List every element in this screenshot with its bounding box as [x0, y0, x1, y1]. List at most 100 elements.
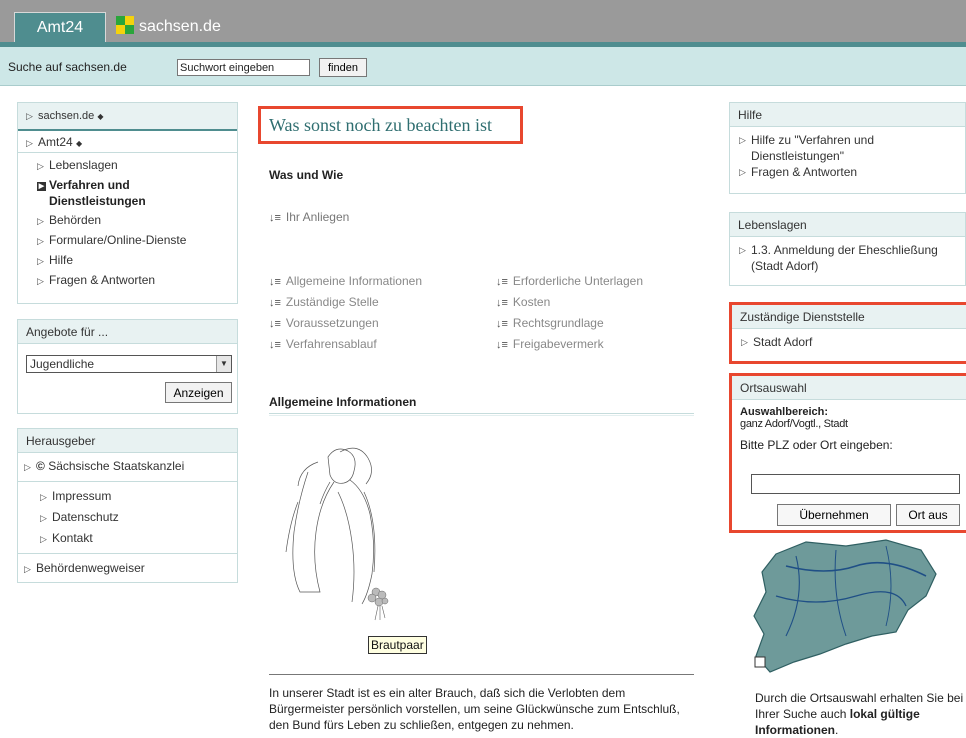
hilfe-verfahren-link[interactable]: ▷ Hilfe zu "Verfahren und Dienstleistunge…: [739, 132, 965, 164]
breadcrumb-label: sachsen.de: [38, 110, 95, 122]
link-verfahrensablauf[interactable]: ↓≡ Verfahrensablauf: [269, 334, 422, 355]
nav-section-label: Amt24: [38, 135, 73, 149]
herausgeber-title: Herausgeber: [18, 429, 237, 453]
link-zustaendige-stelle[interactable]: ↓≡ Zuständige Stelle: [269, 292, 422, 313]
plz-ort-input[interactable]: [751, 474, 960, 494]
arrow-icon: ▷: [739, 245, 746, 255]
search-button[interactable]: finden: [319, 58, 367, 77]
datenschutz-link[interactable]: ▷ Datenschutz: [18, 509, 237, 526]
behoerdenwegweiser-label: Behördenwegweiser: [36, 561, 145, 575]
link-ihr-anliegen[interactable]: ↓≡ Ihr Anliegen: [269, 210, 349, 224]
lebenslage-link[interactable]: ▷ 1.3. Anmeldung der Eheschließung (Stadt…: [739, 242, 965, 274]
impressum-link[interactable]: ▷ Impressum: [18, 488, 237, 505]
jump-down-icon: ↓≡: [496, 297, 508, 309]
arrow-icon: ▷: [40, 513, 47, 523]
jump-down-icon: ↓≡: [496, 276, 508, 288]
link-voraussetzungen[interactable]: ↓≡ Voraussetzungen: [269, 313, 422, 334]
hilfe-fragen-label: Fragen & Antworten: [751, 165, 858, 179]
jump-down-icon: ↓≡: [269, 276, 281, 288]
lebenslagen-title: Lebenslagen: [730, 213, 965, 237]
anchor-link-label: Voraussetzungen: [285, 316, 379, 330]
nav-section-amt24[interactable]: ▷ Amt24 ◆: [18, 131, 237, 153]
anchor-link-label: Verfahrensablauf: [285, 337, 377, 351]
sidebar-item-hilfe[interactable]: ▷ Hilfe: [37, 252, 237, 269]
anzeigen-button[interactable]: Anzeigen: [165, 382, 232, 403]
arrow-icon: ▷: [37, 256, 44, 266]
active-arrow-icon: ▶: [37, 182, 46, 191]
jump-down-icon: ↓≡: [269, 318, 281, 330]
arrow-icon: ▷: [739, 167, 746, 177]
link-rechtsgrundlage[interactable]: ↓≡ Rechtsgrundlage: [496, 313, 643, 334]
dienststelle-box: Zuständige Dienststelle ▷ Stadt Adorf: [729, 302, 966, 364]
arrow-icon: ▷: [37, 161, 44, 171]
sidebar-item-verfahren[interactable]: ▶ Verfahren und Dienstleistungen: [37, 177, 237, 209]
arrow-icon: ▷: [37, 236, 44, 246]
angebote-box: Angebote für ... Jugendliche ▼ Anzeigen: [17, 319, 238, 414]
sachsen-logo-icon: [116, 16, 134, 34]
link-allgemeine-informationen[interactable]: ↓≡ Allgemeine Informationen: [269, 271, 422, 292]
sidebar-item-formulare[interactable]: ▷ Formulare/Online-Dienste: [37, 232, 237, 249]
impressum-label: Impressum: [52, 489, 112, 503]
link-freigabevermerk[interactable]: ↓≡ Freigabevermerk: [496, 334, 643, 355]
arrow-icon: ▷: [40, 534, 47, 544]
divider: [269, 674, 694, 675]
tab-amt24[interactable]: Amt24: [14, 12, 106, 42]
arrow-icon: ▷: [26, 111, 33, 121]
datenschutz-label: Datenschutz: [52, 510, 119, 524]
arrow-icon: ▷: [37, 276, 44, 286]
hilfe-title: Hilfe: [730, 103, 965, 127]
copyright-icon: ©: [36, 459, 45, 473]
uebernehmen-button[interactable]: Übernehmen: [777, 504, 891, 526]
dienststelle-title: Zuständige Dienststelle: [732, 305, 966, 329]
brautpaar-image: [285, 447, 389, 621]
anchor-links-right: ↓≡ Erforderliche Unterlagen ↓≡ Kosten ↓≡ Re…: [496, 271, 643, 355]
behoerdenwegweiser-link[interactable]: ▷ Behördenwegweiser: [18, 560, 237, 577]
tab-sachsen-de[interactable]: sachsen.de: [116, 12, 221, 42]
tab-sachsen-label: sachsen.de: [139, 18, 221, 35]
body-paragraph: In unserer Stadt ist es ein alter Brauch…: [269, 686, 680, 732]
jump-down-icon: ↓≡: [269, 339, 281, 351]
sidebar-item-label: Formulare/Online-Dienste: [49, 233, 187, 247]
arrow-icon: ▷: [26, 138, 33, 148]
left-navigation: ▷ sachsen.de ◆ ▷ Amt24 ◆ ▷ Lebenslagen ▶ Ver…: [17, 102, 238, 304]
auswahlbereich-value: ganz Adorf/Vogtl., Stadt: [740, 418, 848, 430]
anchor-link-label: Erforderliche Unterlagen: [512, 274, 643, 288]
dienststelle-label: Stadt Adorf: [753, 335, 813, 349]
sidebar-item-behoerden[interactable]: ▷ Behörden: [37, 212, 237, 229]
link-erforderliche-unterlagen[interactable]: ↓≡ Erforderliche Unterlagen: [496, 271, 643, 292]
breadcrumb[interactable]: ▷ sachsen.de ◆: [18, 103, 237, 131]
anchor-link-label: Allgemeine Informationen: [285, 274, 422, 288]
sachsen-map[interactable]: [736, 536, 958, 676]
dienststelle-link[interactable]: ▷ Stadt Adorf: [741, 334, 966, 350]
ort-prompt: Bitte PLZ oder Ort eingeben:: [740, 438, 893, 452]
arrow-icon: ▷: [40, 492, 47, 502]
lebenslage-label: 1.3. Anmeldung der Eheschließung (Stadt …: [751, 243, 938, 273]
kontakt-link[interactable]: ▷ Kontakt: [18, 530, 237, 547]
search-input[interactable]: [177, 59, 310, 76]
image-caption: Brautpaar: [368, 636, 427, 654]
sidebar-item-label: Behörden: [49, 213, 102, 227]
herausgeber-box: Herausgeber ▷ © Sächsische Staatskanzlei …: [17, 428, 238, 583]
diamond-icon: ◆: [97, 112, 104, 121]
audience-select[interactable]: Jugendliche ▼: [26, 355, 232, 373]
hilfe-fragen-link[interactable]: ▷ Fragen & Antworten: [739, 164, 965, 180]
auswahlbereich-label: Auswahlbereich:: [740, 406, 829, 418]
ortsauswahl-title: Ortsauswahl: [732, 376, 966, 400]
publisher-link[interactable]: ▷ © Sächsische Staatskanzlei: [18, 458, 237, 475]
search-label: Suche auf sachsen.de: [8, 60, 127, 74]
jump-down-icon: ↓≡: [496, 339, 508, 351]
anchor-link-label: Kosten: [512, 295, 551, 309]
sidebar-item-lebenslagen[interactable]: ▷ Lebenslagen: [37, 157, 237, 174]
link-kosten[interactable]: ↓≡ Kosten: [496, 292, 643, 313]
ort-aus-button[interactable]: Ort aus: [896, 504, 960, 526]
sidebar-item-label: Fragen & Antworten: [49, 273, 156, 287]
link-ihr-anliegen-label: Ihr Anliegen: [285, 210, 350, 224]
section-heading-was-und-wie: Was und Wie: [269, 168, 344, 182]
sidebar-item-label: Hilfe: [49, 253, 74, 267]
jump-down-icon: ↓≡: [269, 212, 281, 224]
map-note-end: .: [835, 723, 839, 737]
jump-down-icon: ↓≡: [496, 318, 508, 330]
sidebar-item-fragen[interactable]: ▷ Fragen & Antworten: [37, 272, 237, 289]
anchor-link-label: Zuständige Stelle: [285, 295, 379, 309]
kontakt-label: Kontakt: [52, 531, 93, 545]
